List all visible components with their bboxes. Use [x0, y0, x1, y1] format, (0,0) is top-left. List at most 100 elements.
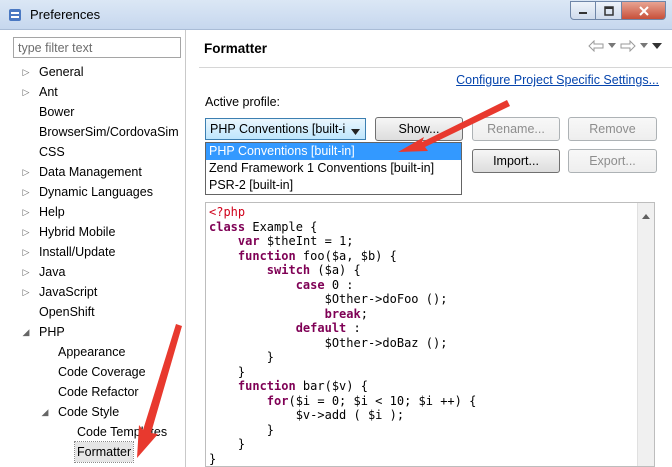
- preferences-app-icon: [8, 8, 22, 22]
- tree-item[interactable]: ▷ Ant: [0, 82, 186, 102]
- formatter-page: Formatter Configure Project Specific Set…: [187, 30, 672, 467]
- code-token: }: [209, 364, 246, 379]
- tree-item-label: Code Style: [58, 405, 120, 419]
- scroll-up-icon[interactable]: [642, 208, 650, 222]
- tree-item[interactable]: Appearance: [0, 342, 186, 362]
- tree-item[interactable]: ▷ Hybrid Mobile: [0, 222, 186, 242]
- back-icon[interactable]: [588, 40, 604, 52]
- filter-input[interactable]: [13, 37, 181, 58]
- tree-item[interactable]: ▷ General: [0, 62, 186, 82]
- import-profile-button[interactable]: Import...: [472, 149, 560, 173]
- profile-option[interactable]: PHP Conventions [built-in]: [206, 143, 461, 160]
- code-token: $Other->doFoo ();: [209, 292, 448, 306]
- tree-item[interactable]: CSS: [0, 142, 186, 162]
- tree-item-label: Code Coverage: [58, 365, 146, 379]
- profile-option[interactable]: PSR-2 [built-in]: [206, 177, 461, 194]
- tree-item[interactable]: ▷ Dynamic Languages: [0, 182, 186, 202]
- code-token: 0 :: [324, 277, 354, 292]
- page-title: Formatter: [204, 41, 268, 56]
- code-line: switch ($a) {: [209, 263, 476, 278]
- tree-expand-icon[interactable]: ▷: [21, 202, 31, 222]
- tree-item[interactable]: Code Templates: [0, 422, 186, 442]
- maximize-button[interactable]: [596, 1, 622, 20]
- code-preview-lines: <?php class Example { var $theInt = 1; fu…: [209, 205, 476, 466]
- tree-item[interactable]: ▷ Data Management: [0, 162, 186, 182]
- code-line: class Example {: [209, 220, 476, 235]
- code-token: break: [324, 306, 361, 321]
- tree-expand-icon[interactable]: ▷: [21, 222, 31, 242]
- preview-scrollbar[interactable]: [637, 203, 654, 466]
- tree-expand-icon[interactable]: ▷: [21, 262, 31, 282]
- code-token: $theInt = 1;: [259, 234, 354, 248]
- code-token: }: [209, 350, 275, 364]
- close-icon: [638, 5, 649, 16]
- code-line: var $theInt = 1;: [209, 234, 476, 249]
- show-profile-button[interactable]: Show...: [375, 117, 463, 141]
- tree-collapse-icon[interactable]: ◢: [21, 322, 31, 342]
- minimize-icon: [579, 11, 587, 14]
- tree-item-label: Ant: [39, 85, 58, 99]
- code-line: }: [209, 365, 476, 380]
- tree-expand-icon[interactable]: ▷: [21, 62, 31, 82]
- view-menu-chevron-icon[interactable]: [652, 42, 662, 50]
- minimize-button[interactable]: [570, 1, 596, 20]
- tree-expand-icon[interactable]: ▷: [21, 182, 31, 202]
- tree-item[interactable]: ▷ JavaScript: [0, 282, 186, 302]
- tree-item[interactable]: Bower: [0, 102, 186, 122]
- code-token: switch: [266, 263, 311, 277]
- title-bar: Preferences: [0, 0, 672, 30]
- tree-item[interactable]: BrowserSim/CordovaSim: [0, 122, 186, 142]
- tree-collapse-icon[interactable]: ◢: [40, 402, 50, 422]
- tree-expand-icon[interactable]: ▷: [21, 282, 31, 302]
- code-token: var: [237, 234, 260, 248]
- chevron-down-icon: [351, 125, 360, 139]
- tree-item[interactable]: Code Refactor: [0, 382, 186, 402]
- tree-item[interactable]: ◢ Code Style: [0, 402, 186, 422]
- code-line: function foo($a, $b) {: [209, 249, 476, 264]
- tree-item-label: Appearance: [58, 345, 126, 359]
- code-token: function: [237, 379, 296, 393]
- tree-expand-icon[interactable]: ▷: [21, 82, 31, 102]
- code-token: class: [209, 219, 246, 234]
- tree-item-label: Java: [39, 265, 66, 279]
- configure-project-settings-link[interactable]: Configure Project Specific Settings...: [456, 73, 659, 87]
- close-button[interactable]: [622, 1, 666, 20]
- active-profile-select[interactable]: PHP Conventions [built-i: [205, 118, 366, 140]
- tree-item[interactable]: ▷ Java: [0, 262, 186, 282]
- tree-item-label: Install/Update: [39, 245, 116, 259]
- profile-dropdown-list: PHP Conventions [built-in] Zend Framework…: [205, 142, 462, 195]
- back-menu-chevron-icon[interactable]: [608, 43, 616, 49]
- code-line: }: [209, 350, 476, 365]
- code-token: Example {: [245, 219, 318, 234]
- forward-menu-chevron-icon[interactable]: [640, 43, 648, 49]
- tree-item-label: Data Management: [39, 165, 142, 179]
- preferences-tree-pane: ▷ General ▷ Ant Bower BrowserSim/CordovaSim CS…: [0, 30, 186, 467]
- tree-item-label: OpenShift: [39, 305, 95, 319]
- tree-item-label: BrowserSim/CordovaSim: [39, 125, 179, 139]
- export-profile-button[interactable]: Export...: [568, 149, 657, 173]
- active-profile-value: PHP Conventions [built-i: [210, 122, 346, 136]
- tree-item[interactable]: ▷ Install/Update: [0, 242, 186, 262]
- active-profile-label: Active profile:: [205, 95, 281, 109]
- tree-item[interactable]: Code Coverage: [0, 362, 186, 382]
- remove-profile-button[interactable]: Remove: [568, 117, 657, 141]
- code-token: ($a) {: [310, 263, 361, 277]
- tree-expand-icon[interactable]: ▷: [21, 162, 31, 182]
- tree-item[interactable]: ◢ PHP: [0, 322, 186, 342]
- tree-item[interactable]: OpenShift: [0, 302, 186, 322]
- tree-item-label: Code Templates: [77, 425, 168, 439]
- forward-icon[interactable]: [620, 40, 636, 52]
- rename-profile-button[interactable]: Rename...: [472, 117, 560, 141]
- code-line: function bar($v) {: [209, 379, 476, 394]
- profile-option[interactable]: Zend Framework 1 Conventions [built-in]: [206, 160, 461, 177]
- code-line: <?php: [209, 205, 476, 220]
- tree-expand-icon[interactable]: ▷: [21, 242, 31, 262]
- tree-item[interactable]: ▷ Help: [0, 202, 186, 222]
- tree-item[interactable]: Formatter: [0, 441, 186, 463]
